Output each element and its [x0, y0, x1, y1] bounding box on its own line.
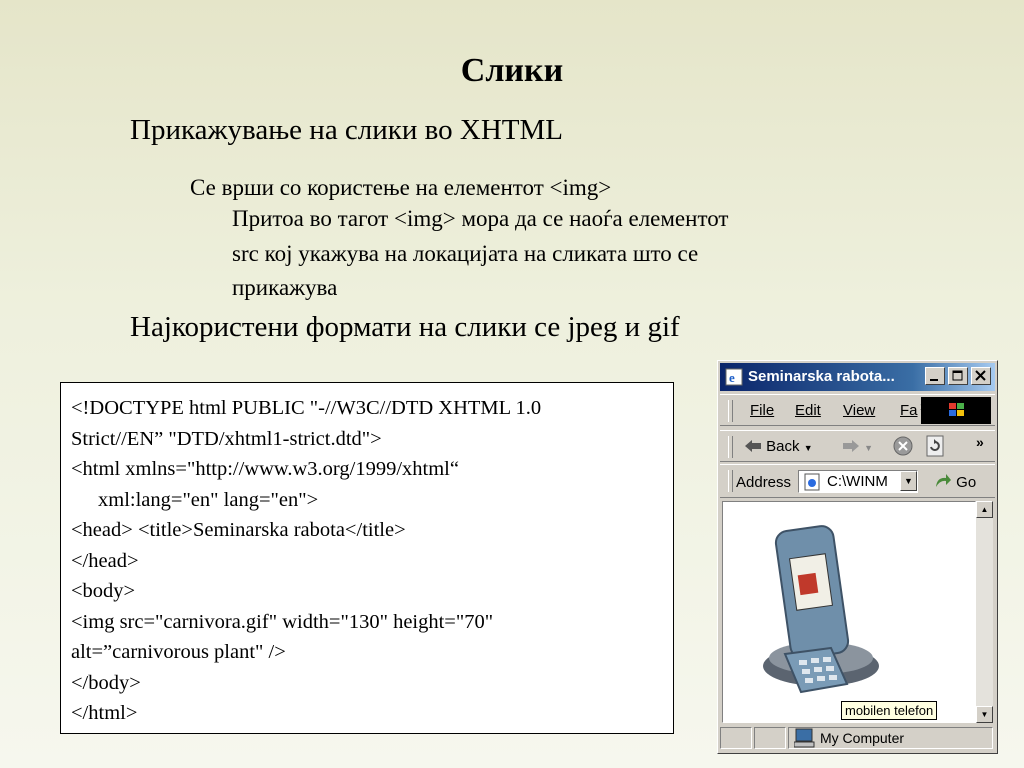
code-line: </html>	[71, 702, 138, 724]
slide-title: Слики	[460, 52, 564, 89]
back-arrow-icon	[745, 440, 761, 452]
code-line: </head>	[71, 549, 139, 572]
menu-file[interactable]: File	[750, 402, 774, 419]
page-icon	[804, 473, 820, 491]
minimize-button[interactable]	[925, 367, 945, 385]
toolbar-grip[interactable]	[728, 400, 733, 422]
code-line: <body>	[71, 580, 136, 602]
address-dropdown-button[interactable]: ▼	[900, 471, 917, 491]
mobile-phone-image	[763, 525, 879, 694]
back-label: Back	[766, 438, 800, 455]
address-input[interactable]: C:\WINM ▼	[798, 470, 918, 493]
address-value: C:\WINM	[827, 473, 888, 490]
bullet-display-images: Прикажување на слики во XHTML	[130, 114, 564, 146]
code-line: <img src="carnivora.gif" width="130" hei…	[71, 610, 494, 633]
code-line: <!DOCTYPE html PUBLIC "-//W3C//DTD XHTML…	[71, 397, 542, 419]
back-dropdown-icon[interactable]: ▼	[804, 443, 813, 453]
navigation-bar: Back ▼ ▼ »	[720, 430, 995, 462]
address-label: Address	[736, 474, 792, 491]
maximize-button[interactable]	[948, 367, 968, 385]
status-bar: My Computer	[720, 725, 995, 751]
forward-button[interactable]: ▼	[842, 438, 873, 455]
scroll-up-button[interactable]: ▲	[976, 501, 993, 518]
stop-icon	[893, 436, 913, 456]
bullet-formats: Најкористени формати на слики се jpeg и …	[130, 311, 680, 343]
menu-edit[interactable]: Edit	[795, 402, 821, 419]
refresh-button[interactable]	[925, 435, 945, 461]
windows-logo	[921, 397, 991, 424]
go-button[interactable]: Go	[934, 473, 976, 491]
close-icon	[975, 370, 986, 381]
browser-window: e Seminarska rabota... File Edit View Fa…	[717, 360, 998, 754]
maximize-icon	[952, 370, 963, 381]
scroll-down-button[interactable]: ▼	[976, 706, 993, 723]
code-line: alt=”carnivorous plant" />	[71, 641, 286, 663]
chevron-more-icon[interactable]: »	[976, 434, 984, 450]
bullet-src-line-2: src кој укажува на локацијата на сликата…	[232, 241, 699, 266]
menu-view[interactable]: View	[843, 402, 875, 419]
go-arrow-icon	[936, 474, 951, 487]
computer-icon	[794, 728, 815, 748]
bullet-src-line-1: Притоа во тагот <img> мора да се наоѓа е…	[232, 206, 729, 231]
window-title: Seminarska rabota...	[748, 368, 895, 385]
status-pane	[720, 727, 752, 749]
code-line: xml:lang="en" lang="en">	[98, 488, 319, 511]
minimize-icon	[930, 379, 938, 381]
forward-dropdown-icon[interactable]: ▼	[864, 443, 873, 453]
title-bar[interactable]: e Seminarska rabota...	[720, 363, 995, 391]
image-alt-tooltip: mobilen telefon	[841, 701, 938, 720]
code-line: </body>	[71, 671, 141, 694]
code-line: <html xmlns="http://www.w3.org/1999/xhtm…	[71, 458, 459, 480]
code-box: <!DOCTYPE html PUBLIC "-//W3C//DTD XHTML…	[60, 382, 674, 734]
forward-arrow-icon	[843, 440, 859, 452]
bullet-img-element: Се врши со користење на елементот <img>	[190, 175, 612, 200]
vertical-scrollbar[interactable]: ▲ ▼	[976, 501, 993, 723]
go-label: Go	[956, 474, 977, 491]
toolbar-grip[interactable]	[728, 470, 733, 492]
stop-button[interactable]	[892, 435, 914, 461]
address-bar: Address C:\WINM ▼ Go	[720, 464, 995, 498]
code-line: Strict//EN” "DTD/xhtml1-strict.dtd">	[71, 427, 382, 450]
close-button[interactable]	[971, 367, 991, 385]
back-button[interactable]: Back ▼	[744, 438, 813, 455]
refresh-icon	[926, 435, 944, 457]
status-zone-text: My Computer	[820, 730, 905, 746]
ie-icon: e	[725, 368, 743, 386]
toolbar-grip[interactable]	[728, 436, 733, 458]
menu-bar: File Edit View Fa »	[720, 394, 995, 426]
page-viewport[interactable]: mobilen telefon	[722, 501, 976, 723]
status-pane	[754, 727, 786, 749]
svg-text:e: e	[729, 370, 735, 385]
bullet-src-line-3: прикажува	[232, 275, 338, 300]
menu-favorites[interactable]: Fa	[900, 402, 918, 419]
windows-flag-icon	[949, 403, 964, 416]
code-line: <head> <title>Seminarska rabota</title>	[71, 519, 406, 541]
